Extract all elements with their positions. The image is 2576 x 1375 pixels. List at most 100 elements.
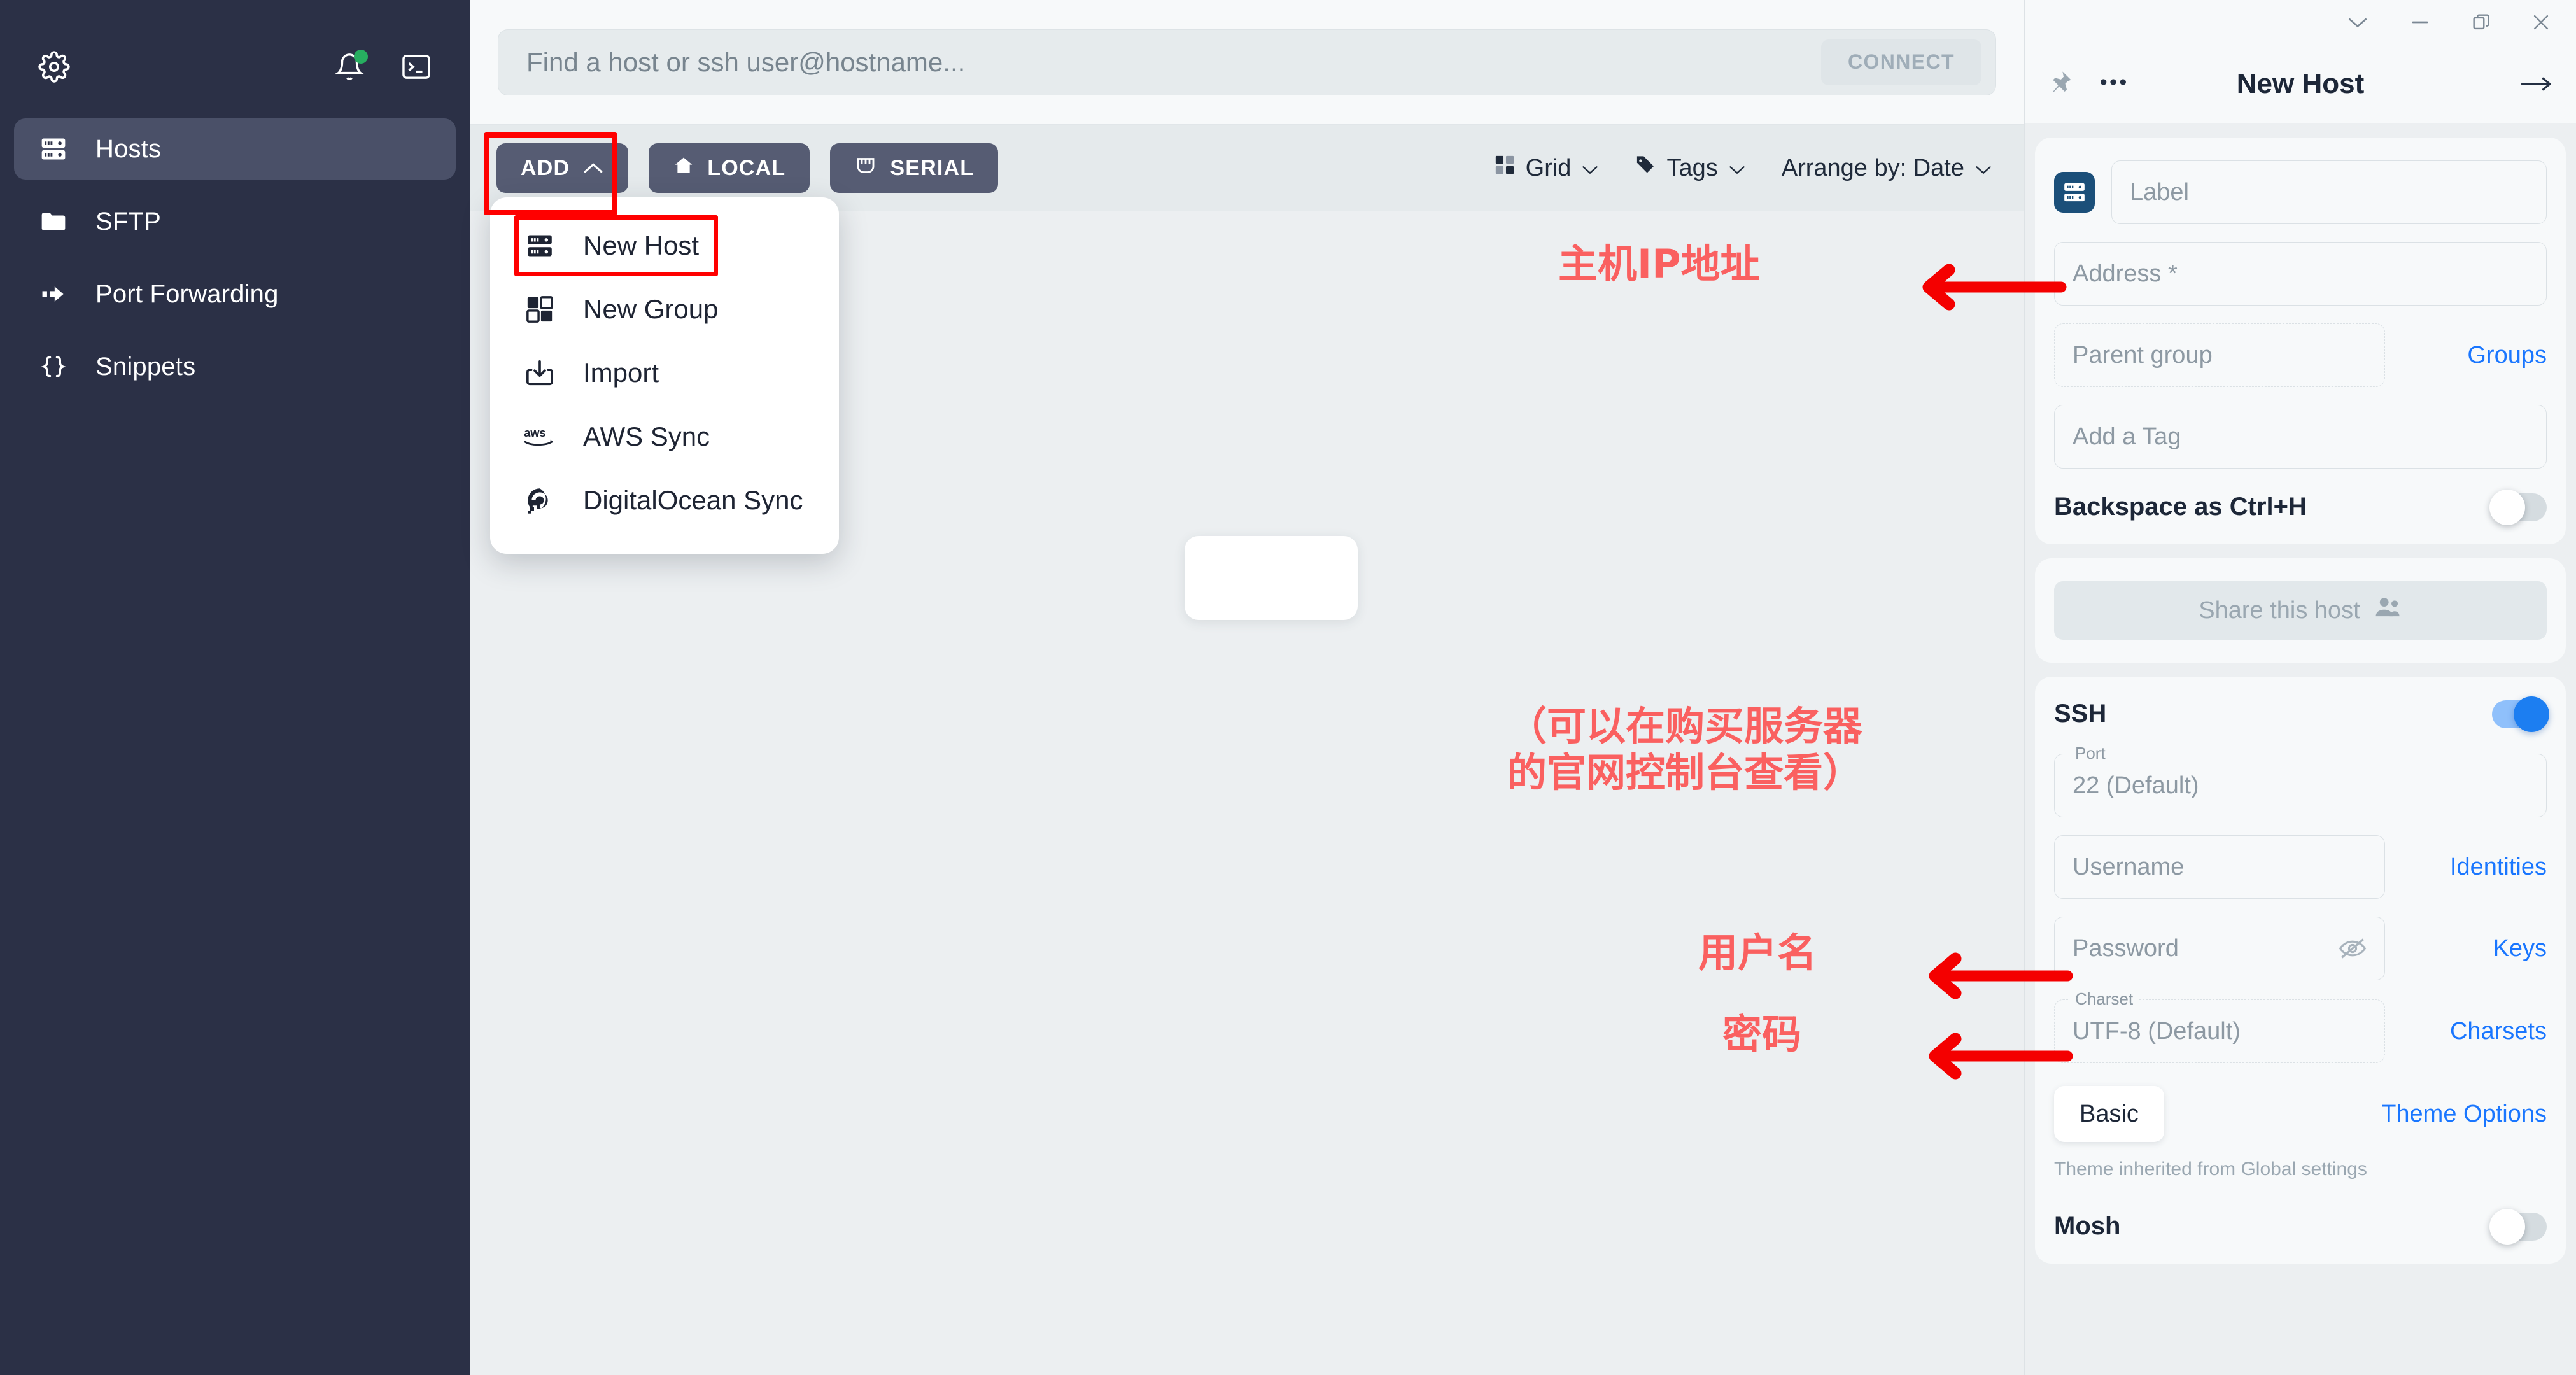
parent-group-row: Parent group Groups: [2054, 323, 2547, 387]
sidebar-item-hosts[interactable]: Hosts: [14, 118, 456, 180]
share-card: Share this host: [2035, 558, 2566, 663]
app-window: Hosts SFTP Port Forwarding Snippets Find…: [0, 0, 2576, 1375]
keys-link[interactable]: Keys: [2493, 935, 2547, 962]
menu-item-new-group[interactable]: New Group: [490, 278, 839, 341]
import-icon: [523, 358, 556, 388]
chevron-down-icon[interactable]: [2346, 15, 2370, 30]
add-button-label: ADD: [521, 155, 570, 180]
minimize-icon[interactable]: [2408, 15, 2432, 30]
groups-link[interactable]: Groups: [2467, 342, 2547, 369]
mosh-toggle[interactable]: [2489, 1208, 2547, 1245]
theme-options-link[interactable]: Theme Options: [2381, 1101, 2547, 1128]
sidebar-item-label: Hosts: [95, 134, 162, 163]
label-input[interactable]: Label: [2111, 160, 2547, 224]
eye-off-icon[interactable]: [2339, 937, 2367, 960]
annotation-username: 用户名: [1698, 929, 1817, 976]
menu-item-aws-sync[interactable]: aws AWS Sync: [490, 405, 839, 469]
home-icon: [673, 155, 694, 182]
grid-view-control[interactable]: Grid: [1494, 154, 1600, 182]
toolbar-right-group: Grid Tags Arrange by: Date: [1494, 154, 1992, 182]
server-icon: [38, 135, 69, 163]
grid-label: Grid: [1525, 154, 1572, 181]
sidebar-item-label: Port Forwarding: [95, 279, 279, 308]
connect-button[interactable]: CONNECT: [1820, 39, 1981, 85]
gear-icon[interactable]: [38, 51, 70, 83]
menu-item-digitalocean-sync[interactable]: DigitalOcean Sync: [490, 469, 839, 532]
aws-icon: aws: [523, 424, 556, 449]
sidebar-item-label: Snippets: [95, 352, 196, 381]
port-legend: Port: [2069, 744, 2112, 763]
charset-legend: Charset: [2069, 989, 2140, 1009]
tag-icon: [1635, 154, 1656, 182]
arrow-forward-icon: [38, 280, 69, 308]
folder-icon: [38, 208, 69, 236]
add-tag-input[interactable]: Add a Tag: [2054, 405, 2547, 469]
ssh-label: SSH: [2054, 700, 2107, 728]
username-row: Username Identities: [2054, 835, 2547, 899]
menu-item-label: Import: [583, 358, 659, 388]
mosh-label: Mosh: [2054, 1212, 2121, 1240]
tags-control[interactable]: Tags: [1635, 154, 1745, 182]
add-button[interactable]: ADD: [496, 143, 629, 193]
menu-item-label: DigitalOcean Sync: [583, 485, 803, 515]
close-icon[interactable]: [2530, 11, 2552, 33]
host-card-placeholder[interactable]: [1185, 536, 1358, 620]
sidebar-actions: [335, 50, 432, 81]
menu-item-label: New Host: [583, 230, 700, 260]
search-bar-area: CONNECT: [470, 0, 2024, 125]
chevron-down-icon: [1728, 155, 1746, 182]
braces-icon: [38, 353, 69, 381]
pin-icon[interactable]: [2048, 69, 2073, 98]
svg-text:aws: aws: [524, 427, 545, 439]
password-row: Password Keys: [2054, 917, 2547, 980]
window-controls: [2025, 0, 2576, 45]
annotation-note: （可以在购买服务器 的官网控制台查看）: [1507, 703, 1863, 796]
password-placeholder: Password: [2073, 934, 2179, 962]
charset-input[interactable]: Charset UTF-8 (Default): [2054, 989, 2385, 1063]
backspace-toggle[interactable]: [2489, 489, 2547, 525]
ssh-toggle[interactable]: [2492, 696, 2549, 732]
share-this-host-button[interactable]: Share this host: [2054, 581, 2547, 640]
server-icon: [2054, 172, 2095, 213]
grid-icon: [1494, 154, 1516, 182]
menu-item-new-host[interactable]: New Host: [490, 214, 839, 278]
search-input[interactable]: [526, 46, 1821, 78]
username-input[interactable]: Username: [2054, 835, 2385, 899]
bell-icon[interactable]: [335, 50, 368, 81]
search-bar[interactable]: CONNECT: [498, 29, 1996, 95]
terminal-icon[interactable]: [401, 53, 432, 80]
sidebar-item-sftp[interactable]: SFTP: [14, 191, 456, 252]
label-row: Label: [2054, 160, 2547, 224]
panel-forward-button[interactable]: [2520, 74, 2553, 94]
sidebar-item-port-forwarding[interactable]: Port Forwarding: [14, 264, 456, 325]
tag-row: Add a Tag: [2054, 405, 2547, 469]
local-button[interactable]: LOCAL: [649, 143, 810, 193]
group-blocks-icon: [523, 295, 556, 324]
port-value: 22 (Default): [2073, 772, 2199, 799]
sidebar-item-snippets[interactable]: Snippets: [14, 336, 456, 397]
panel-header: New Host: [2025, 45, 2576, 123]
port-row: Port 22 (Default): [2054, 744, 2547, 817]
server-icon: [523, 231, 556, 260]
identities-link[interactable]: Identities: [2450, 854, 2547, 881]
charsets-link[interactable]: Charsets: [2450, 1018, 2547, 1045]
charset-value: UTF-8 (Default): [2073, 1017, 2241, 1045]
arrange-label: Arrange by: Date: [1781, 154, 1964, 181]
serial-button-label: SERIAL: [890, 155, 975, 180]
menu-item-import[interactable]: Import: [490, 341, 839, 405]
arrange-by-control[interactable]: Arrange by: Date: [1782, 155, 1992, 182]
password-input[interactable]: Password: [2054, 917, 2385, 980]
restore-icon[interactable]: [2470, 11, 2492, 33]
notification-badge: [354, 50, 368, 64]
menu-item-label: AWS Sync: [583, 421, 710, 451]
address-input[interactable]: Address *: [2054, 242, 2547, 306]
port-input[interactable]: Port 22 (Default): [2054, 744, 2547, 817]
parent-group-input[interactable]: Parent group: [2054, 323, 2385, 387]
panel-header-left: [2048, 69, 2128, 98]
serial-button[interactable]: SERIAL: [830, 143, 999, 193]
share-label: Share this host: [2199, 596, 2360, 624]
toolbar-left-group: ADD LOCAL SERIAL: [496, 143, 999, 193]
basic-theme-button[interactable]: Basic: [2054, 1086, 2164, 1142]
more-dots-icon[interactable]: [2099, 76, 2128, 92]
mosh-row: Mosh: [2054, 1208, 2547, 1245]
